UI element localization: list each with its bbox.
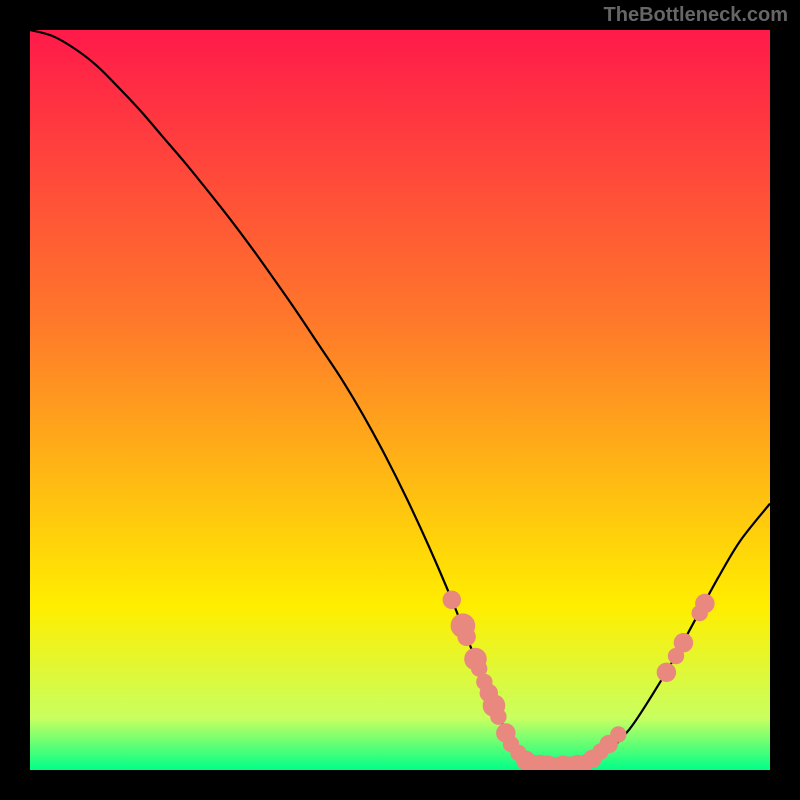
data-marker	[457, 628, 475, 646]
data-marker	[695, 594, 714, 613]
chart-container: TheBottleneck.com	[0, 0, 800, 800]
data-marker	[490, 709, 506, 725]
data-marker	[674, 633, 693, 652]
bottleneck-curve	[30, 30, 770, 768]
curve-layer	[30, 30, 770, 770]
marker-group	[443, 591, 715, 770]
data-marker	[610, 726, 626, 742]
watermark-text: TheBottleneck.com	[604, 4, 788, 27]
plot-area	[30, 30, 770, 770]
data-marker	[657, 663, 676, 682]
data-marker	[443, 591, 461, 609]
